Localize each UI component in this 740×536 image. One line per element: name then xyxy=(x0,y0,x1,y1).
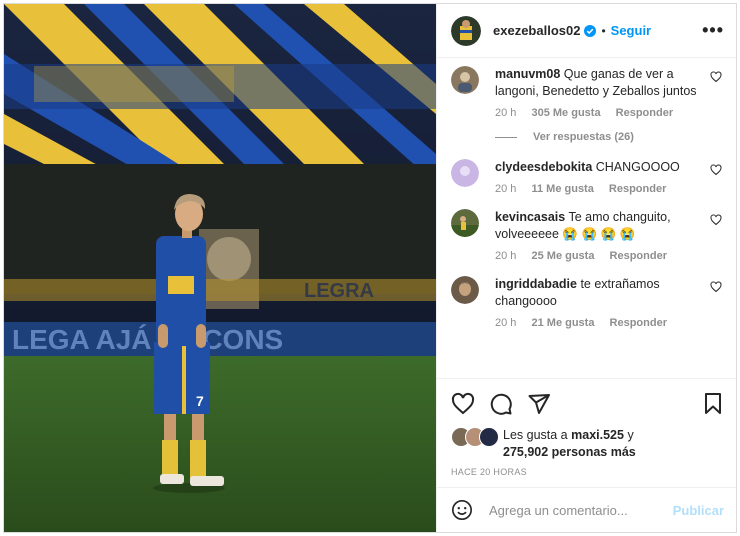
post-dialog: LEGRA LEGA AJÁ EL CONS 7 exezeballos02 •… xyxy=(3,3,737,533)
reply-button[interactable]: Responder xyxy=(610,317,667,329)
reply-button[interactable]: Responder xyxy=(616,107,673,119)
comment-avatar[interactable] xyxy=(451,66,479,94)
liker-username[interactable]: maxi.525 xyxy=(571,428,624,442)
comment-time[interactable]: 20 h xyxy=(495,183,516,195)
comment-username[interactable]: manuvm08 xyxy=(495,67,560,81)
post-side-panel: exezeballos02 • Seguir ••• manuvm08 Que … xyxy=(436,4,736,532)
comment-likes[interactable]: 25 Me gusta xyxy=(531,250,594,262)
post-timestamp[interactable]: HACE 20 HORAS xyxy=(451,467,724,477)
header-separator: • xyxy=(601,23,606,38)
led-board-text: LEGA AJÁ EL CONS xyxy=(12,324,283,355)
save-bookmark-icon[interactable] xyxy=(702,392,724,416)
follow-button[interactable]: Seguir xyxy=(611,23,651,38)
likes-prefix: Les gusta a xyxy=(503,428,568,442)
like-comment-heart-icon[interactable] xyxy=(710,214,722,226)
comment-bubble-icon[interactable] xyxy=(489,392,513,416)
post-header: exezeballos02 • Seguir ••• xyxy=(437,4,736,58)
comment-avatar[interactable] xyxy=(451,159,479,187)
comment-item: ingriddabadie te extrañamos changoooo 20… xyxy=(451,276,722,329)
like-comment-heart-icon[interactable] xyxy=(710,281,722,293)
comment-username[interactable]: clydeesdebokita xyxy=(495,160,592,174)
jersey-number: 7 xyxy=(196,393,204,409)
comment-time[interactable]: 20 h xyxy=(495,250,516,262)
liker-avatars[interactable] xyxy=(451,427,499,447)
comment-likes[interactable]: 11 Me gusta xyxy=(531,183,593,195)
stadium-photo: LEGRA LEGA AJÁ EL CONS 7 xyxy=(4,4,436,532)
post-actions: Les gusta a maxi.525 y 275,902 personas … xyxy=(437,378,736,477)
author-avatar[interactable] xyxy=(451,15,481,46)
comment-item: clydeesdebokita CHANGOOOO 20 h 11 Me gus… xyxy=(451,159,722,195)
liker-avatar xyxy=(479,427,499,447)
comment-avatar[interactable] xyxy=(451,209,479,237)
comment-likes[interactable]: 305 Me gusta xyxy=(531,107,600,119)
post-photo[interactable]: LEGRA LEGA AJÁ EL CONS 7 xyxy=(4,4,436,532)
reply-button[interactable]: Responder xyxy=(610,250,667,262)
author-username[interactable]: exezeballos02 xyxy=(493,23,580,38)
comment-avatar[interactable] xyxy=(451,276,479,304)
like-comment-heart-icon[interactable] xyxy=(710,164,722,176)
more-options-icon[interactable]: ••• xyxy=(702,20,724,41)
replies-divider xyxy=(495,136,517,138)
view-replies-button[interactable]: Ver respuestas (26) xyxy=(495,131,722,143)
comment-time[interactable]: 20 h xyxy=(495,107,516,119)
likes-conjunction: y xyxy=(627,428,634,442)
comment-text: CHANGOOOO xyxy=(595,160,680,174)
comment-input[interactable] xyxy=(487,501,673,519)
comments-list[interactable]: manuvm08 Que ganas de ver a langoni, Ben… xyxy=(437,58,736,378)
emoji-smiley-icon[interactable] xyxy=(451,499,473,521)
likes-summary: Les gusta a maxi.525 y 275,902 personas … xyxy=(451,427,724,461)
comment-likes[interactable]: 21 Me gusta xyxy=(531,317,594,329)
comment-item: kevincasais Te amo changuito, volveeeeee… xyxy=(451,209,722,262)
share-send-icon[interactable] xyxy=(527,392,551,416)
verified-badge-icon xyxy=(584,24,597,37)
comment-time[interactable]: 20 h xyxy=(495,317,516,329)
like-heart-icon[interactable] xyxy=(451,392,475,416)
reply-button[interactable]: Responder xyxy=(609,183,666,195)
likes-count[interactable]: 275,902 personas más xyxy=(503,445,636,459)
add-comment-bar: Publicar xyxy=(437,487,736,532)
like-comment-heart-icon[interactable] xyxy=(710,71,722,83)
comment-username[interactable]: ingriddabadie xyxy=(495,277,577,291)
comment-username[interactable]: kevincasais xyxy=(495,210,565,224)
svg-text:LEGRA: LEGRA xyxy=(304,280,374,302)
view-replies-label: Ver respuestas (26) xyxy=(533,131,634,143)
comment-item: manuvm08 Que ganas de ver a langoni, Ben… xyxy=(451,66,722,119)
publish-button[interactable]: Publicar xyxy=(673,503,724,518)
